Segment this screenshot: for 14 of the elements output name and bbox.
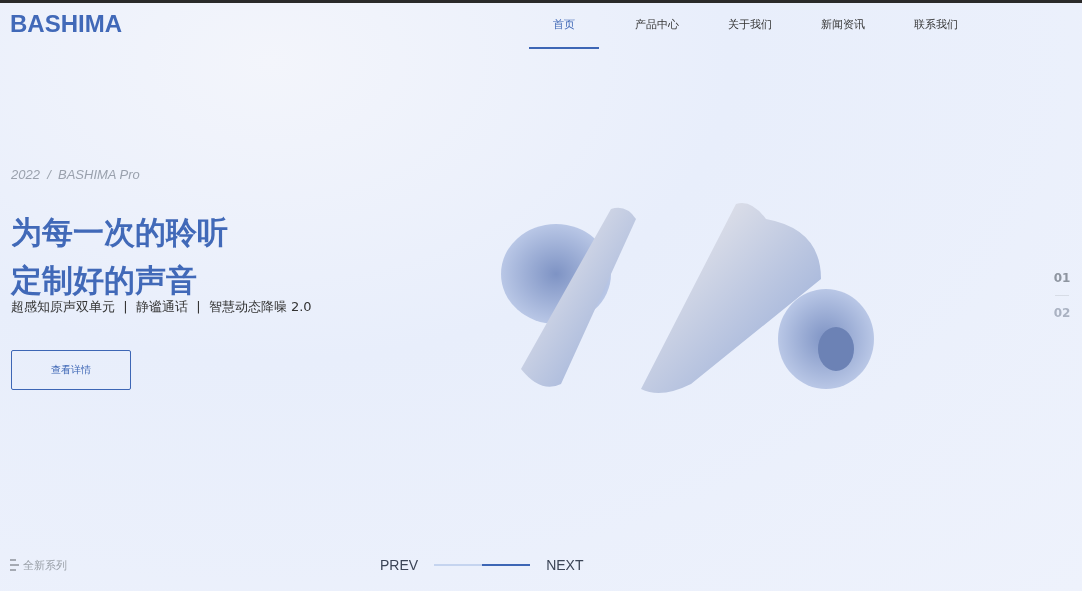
nav-tab[interactable]: 联系我们 bbox=[901, 3, 971, 49]
prev-link[interactable]: PREV bbox=[380, 557, 419, 573]
series-label: 全新系列 bbox=[23, 557, 67, 573]
next-link[interactable]: NEXT bbox=[546, 557, 584, 573]
feature-list: 超感知原声双单元 | 静谧通话 | 智慧动态降噪 2.0 bbox=[11, 298, 431, 316]
bars-icon bbox=[10, 559, 19, 571]
nav-tab[interactable]: 关于我们 bbox=[715, 3, 785, 49]
headline: 为每一次的聆听 定制好的声音 bbox=[11, 213, 229, 300]
nav-tab[interactable]: 产品中心 bbox=[622, 3, 692, 49]
logo: BASHIMA bbox=[10, 9, 122, 39]
nav-tab[interactable]: 新闻资讯 bbox=[808, 3, 878, 49]
nav-tab[interactable]: 首页 bbox=[529, 3, 599, 49]
product-eyebrow: 2022 / BASHIMA Pro bbox=[11, 167, 141, 182]
details-button[interactable]: 查看详情 bbox=[11, 350, 131, 390]
